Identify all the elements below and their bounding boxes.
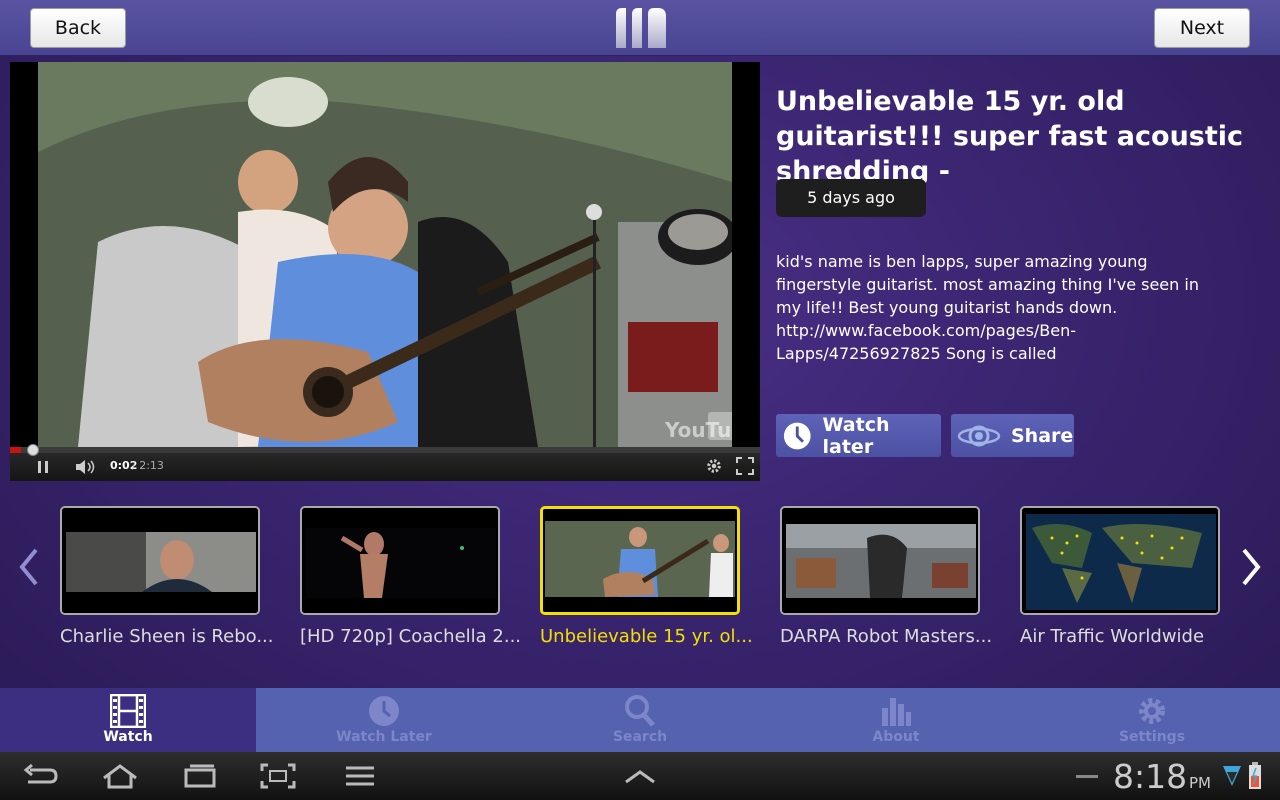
carousel-next-arrow-icon[interactable]: [1240, 546, 1262, 588]
wifi-signal-icon: [1223, 766, 1241, 786]
volume-icon[interactable]: [74, 459, 98, 475]
battery-icon: [1249, 762, 1261, 789]
clock-icon: [369, 696, 399, 726]
thumbnail-darpa-robot[interactable]: [780, 506, 980, 615]
thumbnail-label-selected[interactable]: Unbelievable 15 yr. ol...: [540, 626, 770, 647]
video-frame[interactable]: YouTube: [38, 62, 732, 447]
system-ampm: PM: [1189, 774, 1211, 792]
tab-label: Search: [612, 729, 668, 745]
share-label: Share: [1011, 424, 1074, 447]
tab-label: Watch: [103, 729, 153, 745]
gear-icon: [1139, 698, 1165, 724]
progress-fill: [10, 447, 21, 453]
progress-knob[interactable]: [27, 444, 39, 456]
top-bar: Back Next: [0, 0, 1280, 56]
search-icon: [625, 695, 655, 727]
clock-icon: [783, 422, 811, 449]
system-screenshot-icon[interactable]: [258, 762, 298, 790]
system-recent-apps-icon[interactable]: [180, 762, 220, 790]
bar-chart-icon: [882, 698, 911, 726]
thumbnail-image: [302, 508, 498, 613]
system-home-icon[interactable]: [100, 762, 140, 790]
tab-watch[interactable]: Watch: [0, 688, 256, 752]
video-title: Unbelievable 15 yr. old guitarist!!! sup…: [776, 86, 1244, 187]
minimize-icon[interactable]: [1076, 774, 1098, 780]
app-root: Back Next YouTu 0:02 / 2:13 Unbelievable…: [0, 0, 1280, 752]
tab-label: Watch Later: [336, 729, 432, 745]
pause-icon[interactable]: [36, 459, 50, 475]
tab-settings[interactable]: Settings: [1024, 688, 1280, 752]
watch-later-button[interactable]: Watch later: [776, 413, 941, 458]
thumbnail-image: [1022, 508, 1218, 613]
thumbnail-label[interactable]: Air Traffic Worldwide: [1020, 626, 1250, 647]
system-up-chevron-icon[interactable]: [620, 762, 660, 790]
share-button[interactable]: Share: [951, 414, 1074, 457]
video-settings-icon[interactable]: [705, 457, 723, 475]
tab-label: About: [872, 729, 920, 745]
thumbnail-charlie-sheen[interactable]: [60, 506, 260, 615]
fullscreen-icon[interactable]: [736, 457, 754, 475]
date-badge: 5 days ago: [776, 179, 926, 217]
tab-label: Settings: [1118, 729, 1186, 745]
tab-watch-later[interactable]: Watch Later: [256, 688, 512, 752]
next-button[interactable]: Next: [1154, 8, 1250, 48]
video-description: kid's name is ben lapps, super amazing y…: [776, 252, 1199, 363]
progress-track[interactable]: [10, 444, 760, 456]
duration: / 2:13: [132, 459, 164, 472]
bottom-tab-bar: Watch Watch Later Search About Settings: [0, 688, 1280, 752]
thumbnail-image: [543, 509, 737, 612]
system-back-icon[interactable]: [20, 762, 60, 790]
thumbnail-label[interactable]: [HD 720p] Coachella 2...: [300, 626, 530, 647]
watch-later-label: Watch later: [822, 413, 890, 458]
system-clock: 8:18: [1113, 757, 1188, 796]
thumbnail-coachella[interactable]: [300, 506, 500, 615]
share-icon: [957, 425, 1001, 446]
youtube-watermark: YouTube: [664, 418, 732, 442]
thumbnail-image: [62, 508, 258, 613]
film-icon: [110, 694, 146, 728]
m-logo-icon: [616, 8, 666, 48]
thumbnail-air-traffic[interactable]: [1020, 506, 1220, 615]
video-player[interactable]: YouTube 0:02 / 2:13: [10, 62, 760, 481]
video-frame-image: YouTube: [38, 62, 732, 447]
tab-about[interactable]: About: [768, 688, 1024, 752]
thumbnail-label[interactable]: DARPA Robot Masters...: [780, 626, 1010, 647]
back-button[interactable]: Back: [30, 8, 126, 48]
system-menu-icon[interactable]: [340, 762, 380, 790]
thumbnail-label[interactable]: Charlie Sheen is Rebo...: [60, 626, 290, 647]
thumbnail-unbelievable-guitarist[interactable]: [540, 506, 740, 615]
thumbnail-image: [782, 508, 978, 613]
tab-search[interactable]: Search: [512, 688, 768, 752]
carousel-prev-arrow-icon[interactable]: [18, 546, 40, 588]
system-bar: 8:18 PM: [0, 752, 1280, 800]
video-controls: 0:02 / 2:13: [10, 444, 760, 481]
